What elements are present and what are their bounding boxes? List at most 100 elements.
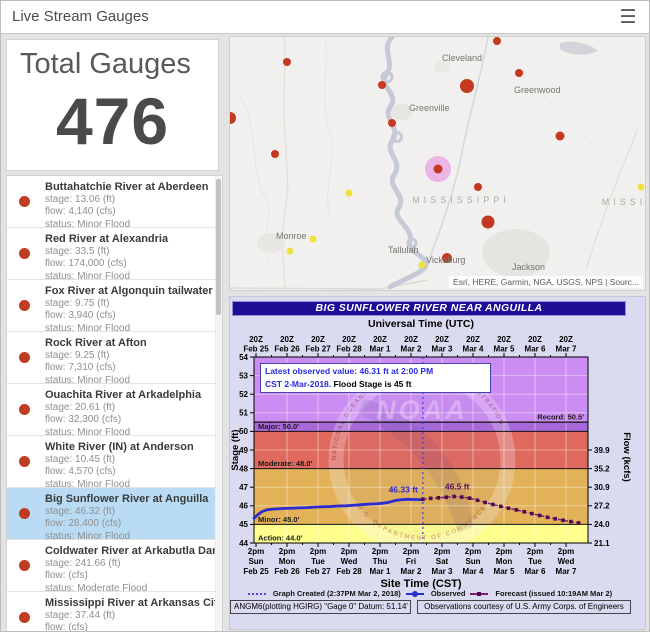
- utc-date-label: Feb 28: [336, 345, 362, 354]
- gauge-map-marker-action[interactable]: [287, 248, 294, 255]
- flow-tick-label: 24.0: [594, 520, 610, 529]
- gauge-map-marker-action[interactable]: [638, 184, 645, 191]
- map-city-label: Greenwood: [514, 85, 561, 95]
- gauge-status-dot: [19, 404, 30, 415]
- gauge-list-item[interactable]: Buttahatchie River at Aberdeenstage: 13.…: [7, 176, 222, 228]
- site-tick-label: 2pm: [558, 547, 574, 556]
- map-canvas[interactable]: ClevelandGreenwoodGreenvilleMonroeTallul…: [230, 37, 645, 290]
- map-panel[interactable]: ClevelandGreenwoodGreenvilleMonroeTallul…: [229, 36, 646, 291]
- gauge-status-dot: [19, 300, 30, 311]
- gauge-list-item[interactable]: Mississippi River at Arkansas Citystage:…: [7, 592, 222, 632]
- list-scrollbar[interactable]: [215, 176, 222, 632]
- forecast-point-marker: [569, 520, 573, 524]
- hydrograph-title: BIG SUNFLOWER RIVER NEAR ANGUILLA: [232, 301, 626, 316]
- stage-tick-label: 44: [239, 539, 248, 548]
- forecast-point-marker: [452, 495, 456, 499]
- gauge-list-item[interactable]: Rock River at Aftonstage: 9.25 (ft)flow:…: [7, 332, 222, 384]
- svg-text:NOAA: NOAA: [376, 395, 468, 425]
- stage-tick-label: 52: [239, 390, 248, 399]
- forecast-point-marker: [460, 495, 464, 499]
- observations-credit-box: Observations courtesy of U.S. Army Corps…: [417, 600, 631, 614]
- gauge-flow: flow: 32,300 (cfs): [45, 414, 208, 426]
- gauge-map-marker[interactable]: [388, 119, 396, 127]
- gauge-list-item[interactable]: Coldwater River at Arkabutla Damstage: 2…: [7, 540, 222, 592]
- forecast-point-marker: [561, 519, 565, 523]
- site-tick-label: 2pm: [341, 547, 357, 556]
- site-date-label: Feb 27: [305, 567, 331, 576]
- site-tick-label: 2pm: [279, 547, 295, 556]
- map-state-label: MISSISSIPPI: [412, 195, 510, 205]
- gauge-list-item[interactable]: Big Sunflower River at Anguillastage: 46…: [7, 488, 222, 540]
- gauge-flow: flow: 7,310 (cfs): [45, 362, 208, 374]
- legend-forecast-marker: [477, 592, 481, 596]
- gage-datum-box: ANGM6(plotting HGIRG) "Gage 0" Datum: 51…: [230, 600, 411, 614]
- site-tick-label: 2pm: [434, 547, 450, 556]
- gauge-stage: stage: 13.06 (ft): [45, 194, 208, 206]
- gauge-list-panel: Buttahatchie River at Aberdeenstage: 13.…: [6, 175, 223, 632]
- gauge-map-marker-action[interactable]: [310, 236, 317, 243]
- latest-observed-line1: Latest observed value: 46.31 ft at 2:00 …: [265, 365, 486, 378]
- gauge-status-dot: [19, 612, 30, 623]
- site-day-label: Sun: [248, 557, 263, 566]
- gauge-stage: stage: 241.66 (ft): [45, 558, 208, 570]
- gauge-map-marker[interactable]: [515, 69, 523, 77]
- gauge-map-marker[interactable]: [556, 132, 565, 141]
- stage-tick-label: 46: [239, 502, 248, 511]
- gauge-map-marker[interactable]: [283, 58, 291, 66]
- utc-tick-label: 20Z: [373, 335, 387, 344]
- forecast-point-marker: [468, 496, 472, 500]
- flood-zone-label: Moderate: 48.0': [258, 459, 313, 468]
- gauge-map-marker-action[interactable]: [419, 262, 426, 269]
- legend-observed-marker: [412, 591, 418, 597]
- forecast-crest-label: 46.5 ft: [445, 482, 470, 492]
- site-tick-label: 2pm: [372, 547, 388, 556]
- gauge-stage: stage: 37.44 (ft): [45, 610, 208, 622]
- forecast-point-marker: [538, 514, 542, 518]
- gauge-map-marker-action[interactable]: [346, 190, 353, 197]
- gauge-flow: flow: 28,400 (cfs): [45, 518, 208, 530]
- chart-legend: Graph Created (2:37PM Mar 2, 2018) Obser…: [230, 589, 630, 598]
- map-attribution: Esri, HERE, Garmin, NGA, USGS, NPS | Sou…: [449, 276, 643, 288]
- gauge-map-marker[interactable]: [482, 216, 495, 229]
- legend-observed-label: Observed: [431, 589, 466, 598]
- gauge-list-item[interactable]: Ouachita River at Arkadelphiastage: 20.6…: [7, 384, 222, 436]
- utc-tick-label: 20Z: [311, 335, 325, 344]
- flow-tick-label: 27.2: [594, 502, 610, 511]
- gauge-map-marker[interactable]: [460, 79, 474, 93]
- gauge-flow: flow: (cfs): [45, 570, 208, 582]
- flow-tick-label: 30.9: [594, 483, 610, 492]
- gauge-map-marker[interactable]: [271, 150, 279, 158]
- site-date-label: Mar 3: [432, 567, 453, 576]
- forecast-point-marker: [444, 495, 448, 499]
- site-date-label: Feb 26: [274, 567, 300, 576]
- gauge-status-dot: [19, 456, 30, 467]
- map-state-label: MISSISS: [602, 197, 645, 207]
- map-city-label: Tallulah: [388, 245, 419, 255]
- legend-observed-line: [406, 593, 424, 595]
- hamburger-menu-icon[interactable]: ☰: [615, 6, 641, 30]
- gauge-list-item[interactable]: Red River at Alexandriastage: 33.5 (ft)f…: [7, 228, 222, 280]
- record-line-label: Record: 50.5': [537, 413, 584, 422]
- gauge-list-item[interactable]: White River (IN) at Andersonstage: 10.45…: [7, 436, 222, 488]
- gauge-map-marker[interactable]: [474, 183, 482, 191]
- forecast-point-marker: [491, 503, 495, 507]
- selected-gauge-marker[interactable]: [434, 165, 443, 174]
- site-tick-label: 2pm: [465, 547, 481, 556]
- forecast-point-marker: [499, 505, 503, 509]
- map-city-label: Jackson: [512, 262, 545, 272]
- app-window: Live Stream Gauges ☰ Total Gauges 476 Bu…: [0, 0, 650, 632]
- forecast-point-marker: [530, 512, 534, 516]
- gauge-map-marker[interactable]: [378, 81, 386, 89]
- forecast-point-marker: [507, 506, 511, 510]
- gauge-list-item[interactable]: Fox River at Algonquin tailwaterstage: 9…: [7, 280, 222, 332]
- site-date-label: Mar 2: [401, 567, 422, 576]
- utc-date-label: Mar 1: [370, 345, 391, 354]
- forecast-point-marker: [553, 517, 557, 521]
- list-scrollbar-thumb[interactable]: [216, 179, 221, 315]
- site-day-label: Thu: [373, 557, 388, 566]
- utc-tick-label: 20Z: [497, 335, 511, 344]
- gauge-map-marker[interactable]: [493, 37, 501, 45]
- site-day-label: Wed: [341, 557, 358, 566]
- site-day-label: Sun: [465, 557, 480, 566]
- site-date-label: Mar 7: [556, 567, 577, 576]
